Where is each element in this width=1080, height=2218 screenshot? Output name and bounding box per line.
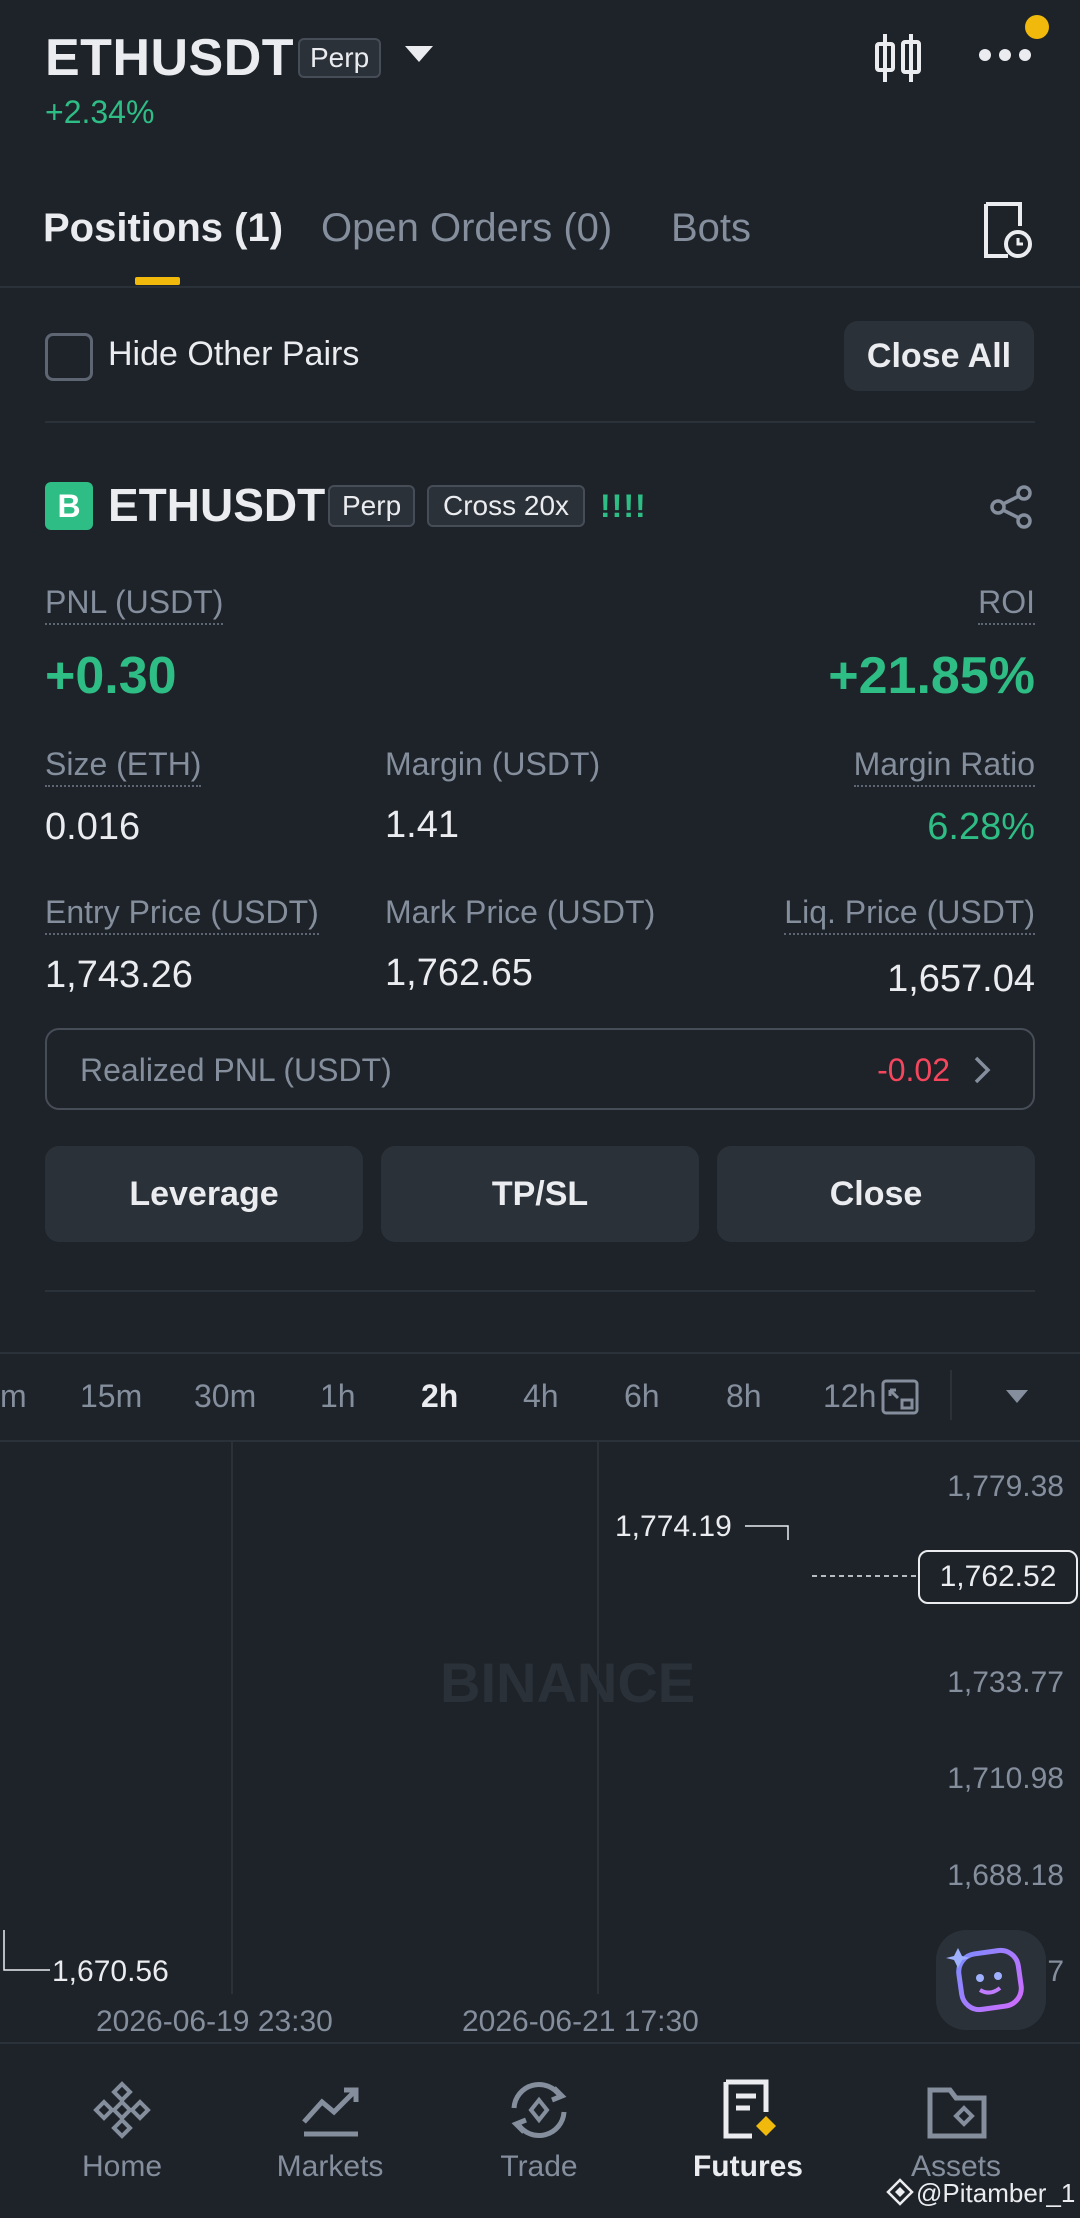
- interval-4h[interactable]: 4h: [523, 1378, 559, 1415]
- price-axis-label: 1,779.38: [947, 1470, 1064, 1503]
- low-leader-line: [3, 1930, 50, 1971]
- filter-divider: [45, 421, 1035, 423]
- symbol-title[interactable]: ETHUSDT: [45, 28, 294, 88]
- assets-icon[interactable]: [926, 2080, 988, 2140]
- price-change: +2.34%: [45, 94, 155, 130]
- size-value: 0.016: [45, 806, 141, 848]
- nav-home[interactable]: Home: [42, 2150, 202, 2184]
- realized-pnl-label: Realized PNL (USDT): [80, 1052, 392, 1088]
- margin-value: 1.41: [385, 804, 459, 846]
- interval-15m[interactable]: 15m: [80, 1378, 142, 1415]
- binance-square-logo-icon: [886, 2178, 914, 2206]
- margin-ratio-value: 6.28%: [927, 806, 1035, 848]
- interval-8h[interactable]: 8h: [726, 1378, 762, 1415]
- symbol-dropdown-caret-icon[interactable]: [405, 46, 433, 62]
- contract-tag: Perp: [298, 38, 382, 78]
- side-badge: B: [45, 482, 93, 530]
- chevron-right-icon: [974, 1056, 991, 1084]
- mark-price-value: 1,762.65: [385, 952, 533, 994]
- interval-m[interactable]: m: [0, 1378, 27, 1415]
- low-price-annotation: 1,670.56: [52, 1955, 169, 1988]
- time-axis-label: 2026-06-19 23:30: [96, 2005, 333, 2038]
- interval-2h[interactable]: 2h: [421, 1378, 458, 1415]
- hide-other-pairs-checkbox[interactable]: [45, 333, 93, 381]
- tabs-divider: [0, 286, 1080, 288]
- pnl-value: +0.30: [45, 647, 177, 705]
- roi-value: +21.85%: [828, 647, 1035, 705]
- trade-icon[interactable]: [506, 2080, 572, 2140]
- interval-6h[interactable]: 6h: [624, 1378, 660, 1415]
- ai-assistant-button[interactable]: [936, 1930, 1046, 2030]
- futures-icon[interactable]: [720, 2078, 782, 2142]
- leverage-button[interactable]: Leverage: [45, 1146, 363, 1242]
- notification-dot: [1025, 15, 1049, 39]
- card-divider: [45, 1290, 1035, 1292]
- nav-markets[interactable]: Markets: [250, 2150, 410, 2184]
- chart-watermark: BINANCE: [440, 1651, 695, 1714]
- markets-icon[interactable]: [300, 2082, 362, 2138]
- entry-price-label[interactable]: Entry Price (USDT): [45, 894, 319, 935]
- interval-top-divider: [0, 1352, 1080, 1354]
- margin-ratio-label[interactable]: Margin Ratio: [853, 746, 1035, 787]
- interval-1h[interactable]: 1h: [320, 1378, 356, 1415]
- interval-separator: [950, 1370, 952, 1420]
- active-tab-indicator: [135, 277, 180, 285]
- high-leader-line: [745, 1525, 789, 1540]
- entry-price-value: 1,743.26: [45, 954, 193, 996]
- home-icon[interactable]: [92, 2080, 152, 2140]
- current-price-tag: 1,762.52: [918, 1550, 1078, 1604]
- position-symbol[interactable]: ETHUSDT: [108, 478, 325, 532]
- hide-other-pairs-label: Hide Other Pairs: [108, 335, 360, 373]
- liq-price-label[interactable]: Liq. Price (USDT): [784, 894, 1035, 935]
- pnl-label[interactable]: PNL (USDT): [45, 584, 224, 625]
- mark-price-label: Mark Price (USDT): [385, 894, 656, 930]
- user-watermark: @Pitamber_1: [916, 2178, 1076, 2208]
- price-axis-label: 1,710.98: [947, 1762, 1064, 1795]
- tpsl-button[interactable]: TP/SL: [381, 1146, 699, 1242]
- position-contract-tag: Perp: [328, 485, 416, 527]
- realized-pnl-value: -0.02: [877, 1052, 950, 1088]
- close-position-button[interactable]: Close: [717, 1146, 1035, 1242]
- price-axis-label: 7: [1047, 1955, 1064, 1988]
- candlestick-chart[interactable]: BINANCE: [0, 1442, 1080, 2040]
- expand-chart-icon[interactable]: [880, 1378, 920, 1416]
- nav-trade[interactable]: Trade: [459, 2150, 619, 2184]
- more-options-icon[interactable]: [978, 48, 1032, 62]
- size-label[interactable]: Size (ETH): [45, 746, 202, 787]
- roi-label[interactable]: ROI: [978, 584, 1035, 625]
- price-axis-label: 1,688.18: [947, 1859, 1064, 1892]
- nav-futures[interactable]: Futures: [668, 2150, 828, 2184]
- interval-12h[interactable]: 12h: [823, 1378, 876, 1415]
- adl-strength-indicator: !!!!: [600, 488, 647, 524]
- margin-mode-tag[interactable]: Cross 20x: [427, 485, 586, 527]
- tab-open-orders[interactable]: Open Orders (0): [321, 206, 612, 251]
- price-axis-label: 1,733.77: [947, 1666, 1064, 1699]
- interval-30m[interactable]: 30m: [194, 1378, 256, 1415]
- margin-label: Margin (USDT): [385, 746, 601, 782]
- time-axis-label: 2026-06-21 17:30: [462, 2005, 699, 2038]
- chart-toggle-icon[interactable]: [873, 30, 925, 86]
- high-price-annotation: 1,774.19: [615, 1510, 732, 1543]
- share-icon[interactable]: [988, 484, 1034, 530]
- liq-price-value: 1,657.04: [887, 958, 1035, 1000]
- more-intervals-caret-icon[interactable]: [1006, 1390, 1028, 1403]
- close-all-button[interactable]: Close All: [844, 321, 1034, 391]
- tab-positions[interactable]: Positions (1): [43, 206, 283, 251]
- ai-assistant-icon: [946, 1947, 1024, 2013]
- tab-bots[interactable]: Bots: [671, 206, 751, 251]
- order-history-icon[interactable]: [980, 200, 1034, 260]
